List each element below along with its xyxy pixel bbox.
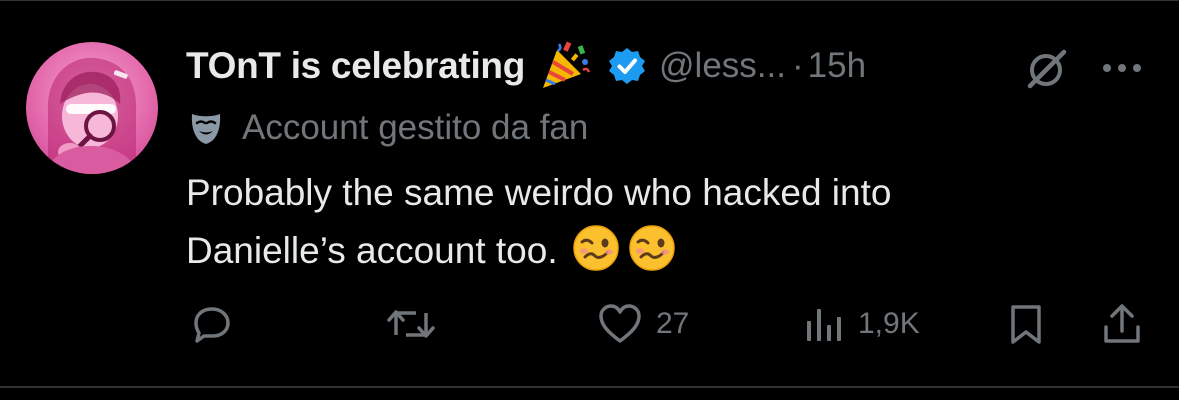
party-popper-icon bbox=[539, 40, 591, 92]
reply-icon bbox=[194, 307, 230, 343]
timestamp[interactable]: 15h bbox=[808, 46, 866, 86]
repost-button[interactable] bbox=[386, 296, 448, 352]
share-icon bbox=[1104, 304, 1140, 343]
bookmark-icon bbox=[1011, 305, 1041, 344]
heart-icon bbox=[599, 304, 641, 343]
woozy-face-emoji-icon bbox=[572, 224, 620, 272]
tweet-header: TOnT is celebrating @less... · 15h bbox=[186, 38, 866, 94]
avatar[interactable] bbox=[26, 42, 158, 174]
fan-label-text: Account gestito da fan bbox=[242, 108, 589, 147]
display-name[interactable]: TOnT is celebrating bbox=[186, 45, 525, 87]
verified-badge-icon[interactable] bbox=[607, 46, 647, 86]
reply-button[interactable] bbox=[188, 296, 246, 352]
theater-mask-icon bbox=[186, 108, 226, 148]
tweet-text-line-2: Danielle’s account too. bbox=[186, 230, 558, 271]
views-button[interactable]: 1,9K bbox=[800, 296, 920, 352]
tweet-text-line-1: Probably the same weirdo who hacked into bbox=[186, 172, 892, 213]
tweet-text: Probably the same weirdo who hacked into… bbox=[186, 164, 1146, 280]
fan-account-label: Account gestito da fan bbox=[186, 104, 588, 152]
views-chart-icon bbox=[807, 309, 841, 341]
repost-icon bbox=[387, 310, 435, 338]
action-bar: 27 1,9K bbox=[0, 296, 1179, 352]
views-count: 1,9K bbox=[858, 307, 920, 340]
top-divider bbox=[0, 0, 1179, 1]
more-icon[interactable] bbox=[1100, 58, 1144, 78]
avatar-image bbox=[44, 57, 140, 174]
bookmark-button[interactable] bbox=[1004, 296, 1048, 352]
separator-dot: · bbox=[791, 46, 804, 85]
woozy-face-emoji-icon bbox=[628, 224, 676, 272]
grok-icon[interactable] bbox=[1024, 46, 1070, 92]
share-button[interactable] bbox=[1100, 296, 1144, 352]
handle[interactable]: @less... bbox=[659, 46, 786, 86]
like-count: 27 bbox=[656, 307, 690, 340]
bottom-divider bbox=[0, 386, 1179, 388]
like-button[interactable]: 27 bbox=[596, 296, 689, 352]
